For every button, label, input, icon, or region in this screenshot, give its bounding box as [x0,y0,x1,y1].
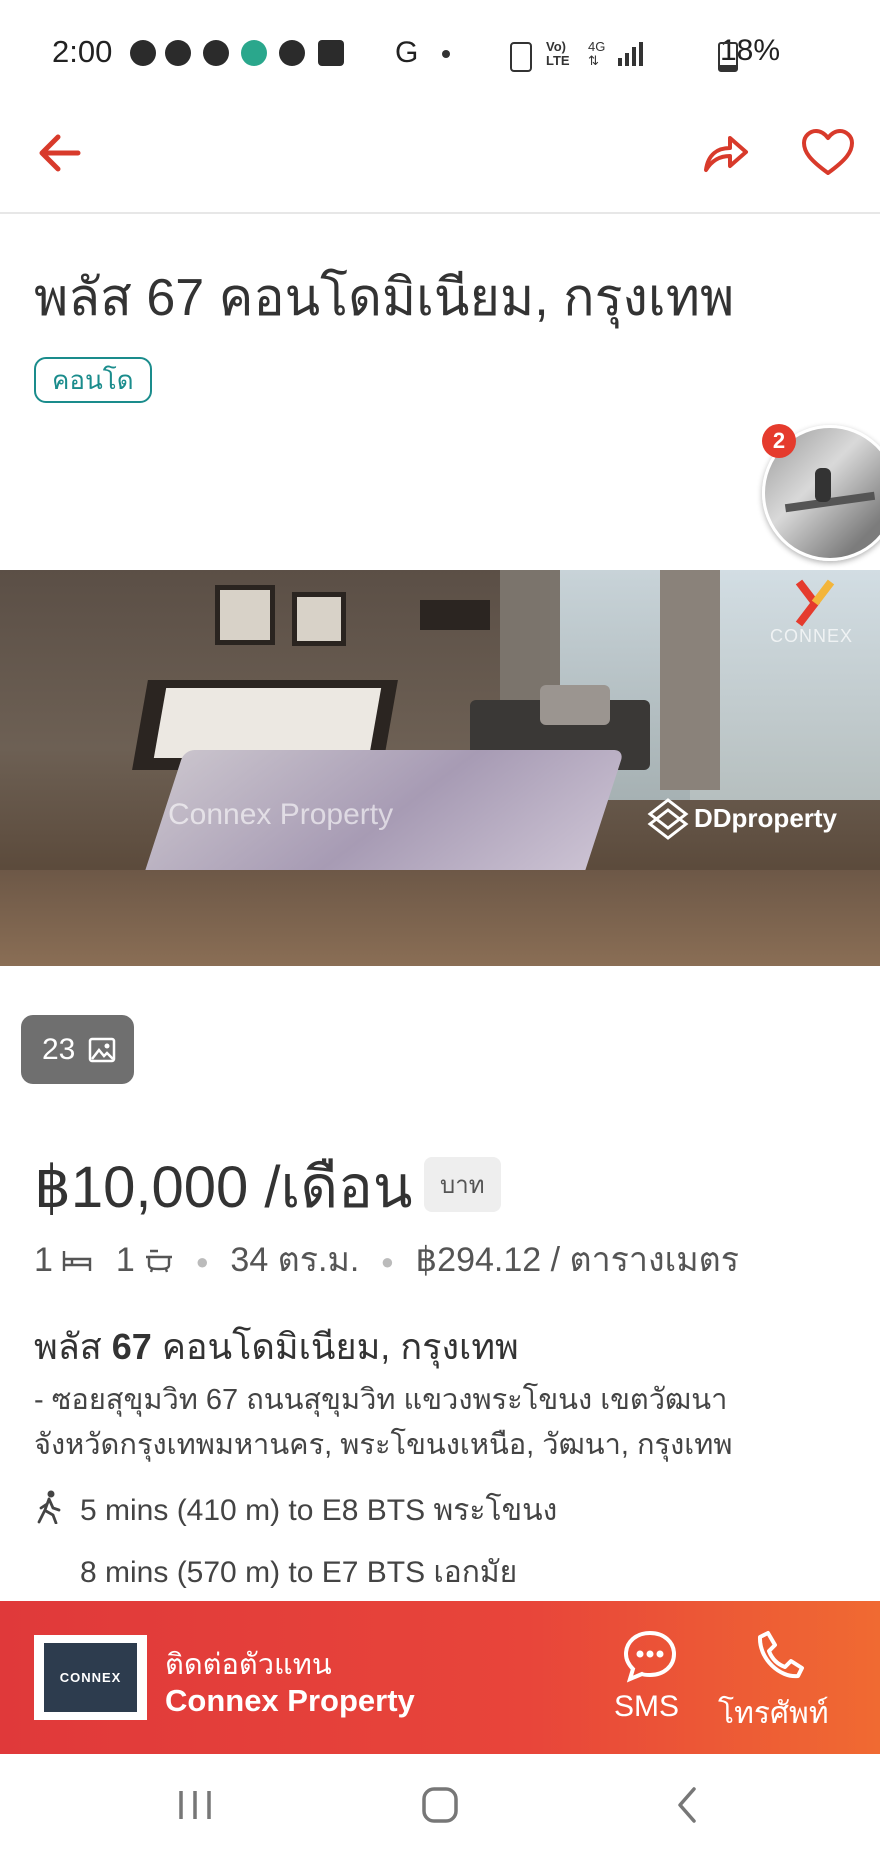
battery-icon [718,42,738,72]
recent-apps-icon[interactable] [175,1787,215,1823]
sms-button[interactable]: SMS [610,1629,690,1729]
heart-icon[interactable] [800,128,856,178]
sms-label: SMS [614,1690,680,1723]
currency-badge: บาท [424,1157,501,1212]
app-notification-icon [241,40,267,66]
volte-icon: Vo) LTE [546,39,570,68]
data-arrows-icon: 4G ⇅ [588,39,606,68]
project-name-prefix: พลัส [34,1326,112,1367]
listing-address: - ซอยสุขุมวิท 67 ถนนสุขุมวิท แขวงพระโขนง… [34,1378,854,1468]
phone-icon [757,1631,804,1679]
connex-logo-icon [795,578,835,628]
pinterest-icon [279,40,305,66]
transit-item: 5 mins (410 m) to E8 BTS พระโขนง [80,1494,558,1527]
separator-dot-icon: ● [195,1249,209,1275]
project-name-suffix: คอนโดมิเนียม, กรุงเทพ [151,1326,519,1367]
bathroom-count: 1 [115,1241,135,1279]
ddproperty-logo-icon [647,798,689,840]
share-icon[interactable] [700,128,750,178]
google-icon: G [395,36,419,69]
contact-agent-bar: CONNEX ติดต่อตัวแทน Connex Property SMS … [0,1601,880,1754]
contact-agent-label: ติดต่อตัวแทน [165,1649,332,1681]
notification-dot-icon [442,50,450,58]
home-icon[interactable] [420,1785,460,1825]
system-nav-bar [0,1754,880,1858]
listing-title: พลัส 67 คอนโดมิเนียม, กรุงเทพ [34,269,735,327]
connex-photo-logo-text: CONNEX [770,626,854,646]
listing-photo[interactable]: Connex Property DDproperty CONNEX [0,570,880,966]
listing-price: ฿10,000 /เดือน [34,1155,413,1220]
property-type-tag: คอนโด [34,357,152,403]
app-notification-icon [318,40,344,66]
status-time: 2:00 [52,34,113,69]
ddproperty-watermark: DDproperty [646,796,837,840]
messenger-icon [203,40,229,66]
listing-specs: 1 1 ● 34 ตร.ม. ● ฿294.12 / ตารางเมตร [34,1232,739,1286]
system-back-icon[interactable] [672,1785,702,1825]
price-per-sqm: ฿294.12 / ตารางเมตร [415,1241,739,1279]
walking-icon [37,1490,61,1524]
image-icon [88,1037,116,1063]
bath-icon [146,1249,173,1273]
address-line-2: จังหวัดกรุงเทพมหานคร, พระโขนงเหนือ, วัฒน… [34,1429,733,1461]
app-bar [0,100,880,214]
line-icon [165,40,191,66]
chat-icon [623,1630,677,1683]
project-name-bold: 67 [111,1326,152,1367]
telegram-icon [130,40,156,66]
floor-area: 34 ตร.ม. [230,1241,360,1279]
call-label: โทรศัพท์ [718,1697,829,1730]
photo-count: 23 [42,1033,76,1066]
signal-icon [618,42,643,66]
connex-watermark: Connex Property [168,798,394,831]
call-button[interactable]: โทรศัพท์ [716,1629,846,1730]
bubble-badge: 2 [762,424,796,458]
agent-logo-text: CONNEX [44,1643,137,1712]
project-name[interactable]: พลัส 67 คอนโดมิเนียม, กรุงเทพ [34,1318,519,1375]
agent-name[interactable]: Connex Property [165,1683,415,1719]
photo-count-button[interactable]: 23 [21,1015,134,1084]
transit-item: 8 mins (570 m) to E7 BTS เอกมัย [80,1556,518,1589]
bedroom-count: 1 [34,1241,53,1279]
agent-logo[interactable]: CONNEX [34,1635,147,1720]
status-bar: 2:00 G Vo) LTE 4G ⇅ 18% [0,0,880,100]
bed-icon [63,1251,92,1271]
recycle-icon [510,42,532,72]
separator-dot-icon: ● [380,1249,395,1275]
back-arrow-icon[interactable] [34,128,84,178]
address-line-1: - ซอยสุขุมวิท 67 ถนนสุขุมวิท แขวงพระโขนง… [34,1384,728,1416]
